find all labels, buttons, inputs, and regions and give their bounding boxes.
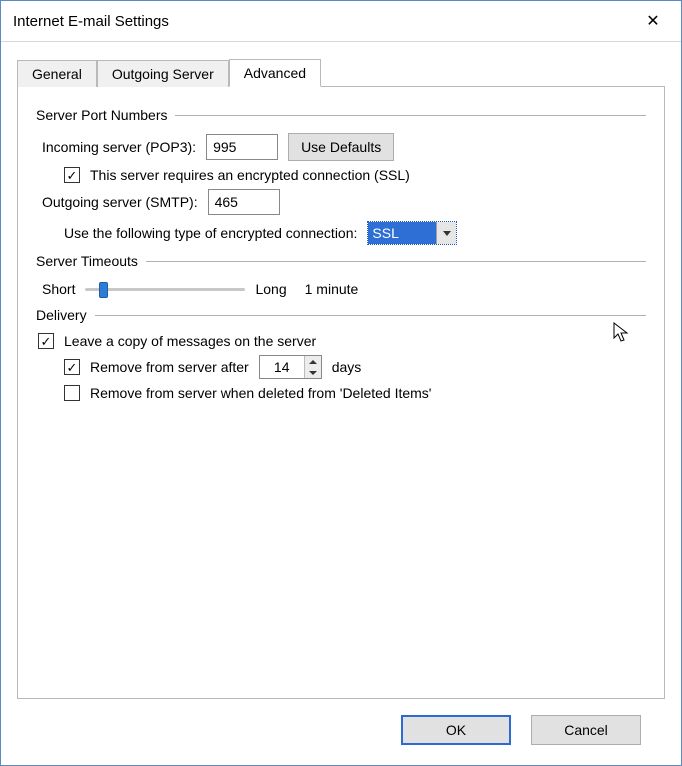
slider-thumb[interactable]	[99, 282, 108, 298]
ssl-required-label: This server requires an encrypted connec…	[90, 167, 410, 183]
tabpanel-advanced: Server Port Numbers Incoming server (POP…	[17, 86, 665, 699]
chevron-down-icon	[443, 231, 451, 236]
close-button[interactable]: ✕	[633, 7, 673, 35]
tab-outgoing-server[interactable]: Outgoing Server	[97, 60, 229, 87]
group-title-timeouts: Server Timeouts	[36, 253, 138, 269]
timeout-short-label: Short	[42, 281, 75, 297]
encryption-type-select[interactable]: SSL	[367, 221, 457, 245]
use-defaults-button[interactable]: Use Defaults	[288, 133, 394, 161]
timeout-value-text: 1 minute	[305, 281, 359, 297]
group-title-delivery: Delivery	[36, 307, 87, 323]
group-server-port-numbers: Server Port Numbers Incoming server (POP…	[36, 107, 646, 245]
tab-general[interactable]: General	[17, 60, 97, 87]
titlebar: Internet E-mail Settings ✕	[1, 1, 681, 42]
dialog-footer: OK Cancel	[17, 699, 665, 765]
select-dropdown-button[interactable]	[436, 222, 456, 244]
remove-deleted-checkbox[interactable]	[64, 385, 80, 401]
tab-advanced[interactable]: Advanced	[229, 59, 321, 87]
incoming-server-label: Incoming server (POP3):	[42, 139, 196, 155]
spin-up-button[interactable]	[305, 356, 321, 367]
dialog: Internet E-mail Settings ✕ General Outgo…	[0, 0, 682, 766]
group-title-ports: Server Port Numbers	[36, 107, 167, 123]
ok-button[interactable]: OK	[401, 715, 511, 745]
encryption-type-value: SSL	[368, 222, 436, 244]
spin-down-button[interactable]	[305, 367, 321, 378]
timeout-long-label: Long	[255, 281, 286, 297]
remove-deleted-label: Remove from server when deleted from 'De…	[90, 385, 431, 401]
group-server-timeouts: Server Timeouts Short Long 1 minute	[36, 253, 646, 299]
chevron-up-icon	[309, 360, 317, 364]
remove-after-label: Remove from server after	[90, 359, 249, 375]
tabstrip: General Outgoing Server Advanced	[17, 58, 665, 86]
encryption-type-label: Use the following type of encrypted conn…	[64, 225, 357, 241]
group-delivery: Delivery Leave a copy of messages on the…	[36, 307, 646, 401]
divider	[146, 261, 646, 262]
outgoing-port-field[interactable]	[208, 189, 280, 215]
divider	[175, 115, 646, 116]
incoming-port-field[interactable]	[206, 134, 278, 160]
ssl-required-checkbox[interactable]	[64, 167, 80, 183]
dialog-body: General Outgoing Server Advanced Server …	[1, 42, 681, 765]
chevron-down-icon	[309, 371, 317, 375]
cancel-button[interactable]: Cancel	[531, 715, 641, 745]
days-label: days	[332, 359, 362, 375]
remove-days-field[interactable]	[260, 356, 304, 378]
leave-copy-checkbox[interactable]	[38, 333, 54, 349]
remove-after-checkbox[interactable]	[64, 359, 80, 375]
leave-copy-label: Leave a copy of messages on the server	[64, 333, 316, 349]
slider-track	[85, 288, 245, 291]
outgoing-server-label: Outgoing server (SMTP):	[42, 194, 198, 210]
divider	[95, 315, 646, 316]
remove-days-stepper[interactable]	[259, 355, 322, 379]
dialog-title: Internet E-mail Settings	[13, 13, 169, 30]
timeout-slider[interactable]	[85, 279, 245, 299]
close-icon: ✕	[646, 11, 659, 31]
